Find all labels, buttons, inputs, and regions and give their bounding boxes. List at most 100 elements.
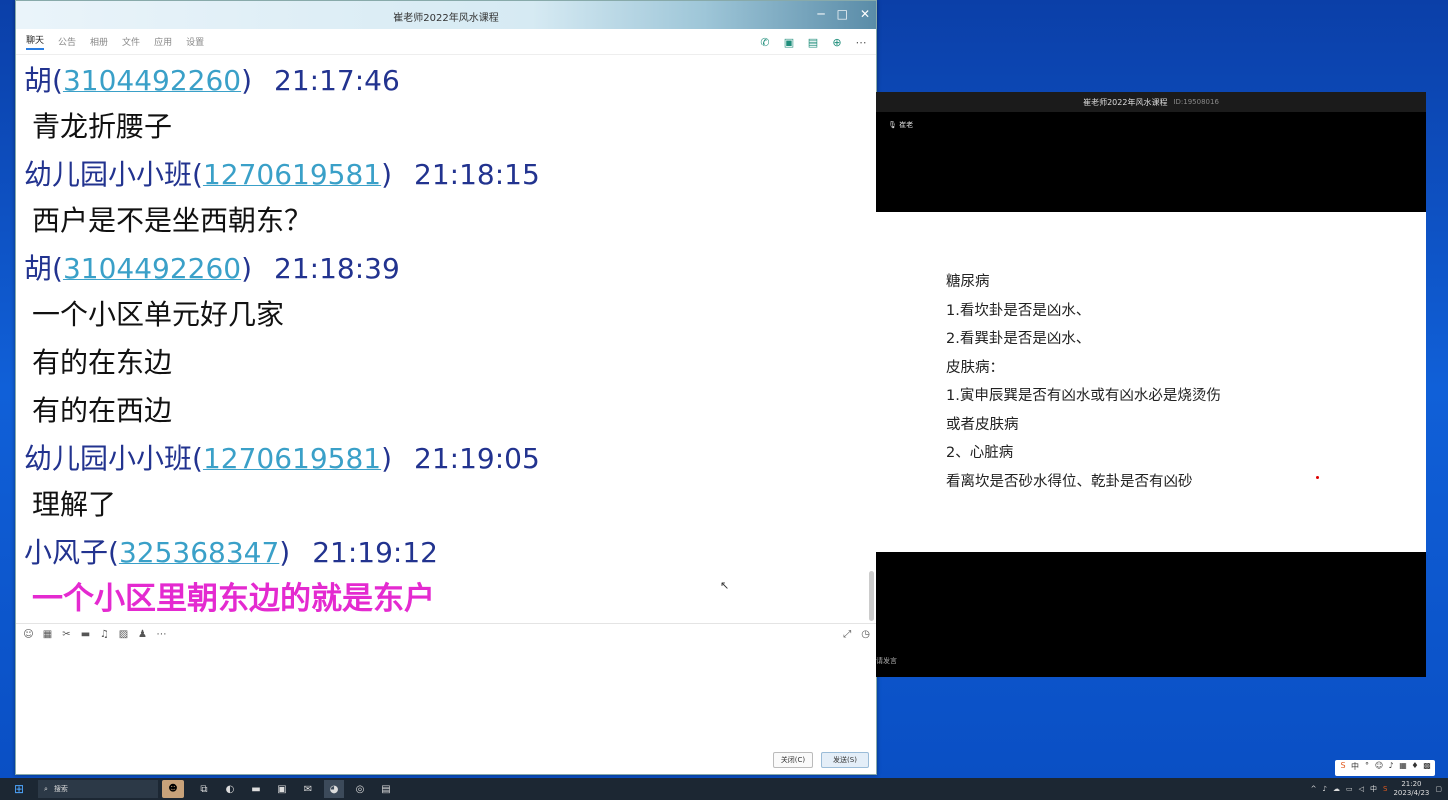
bell-icon[interactable]: ♟ [136, 629, 149, 640]
ime-lang-icon[interactable]: 中 [1350, 761, 1360, 775]
taskbar: ⊞ ⌕ 搜索 ☻ ⧉ ◐ ▬ ▣ ✉ ◕ ◎ ▤ ^ ♪ ☁ ▭ ◁ 中 S 2… [0, 778, 1448, 800]
slide-line: 皮肤病： [946, 359, 1004, 376]
emoji-icon[interactable]: ☺ [22, 629, 35, 640]
phone-icon[interactable]: ✆ [758, 35, 772, 49]
image-icon[interactable]: ▨ [117, 629, 130, 640]
slide-line: 2、心脏病 [946, 445, 1014, 461]
meeting-window: 崔老师2022年风水课程 ID:19508016 🎙 崔老 糖尿病 1.看坎卦是否… [876, 92, 1426, 677]
search-label: 搜索 [53, 785, 68, 793]
shared-slide: 糖尿病 1.看坎卦是否是凶水、 2.看巽卦是否是凶水、 皮肤病： 1.寅申辰巽是否有凶水… [876, 212, 1426, 552]
tab-announcement[interactable]: 公告 [58, 35, 76, 48]
message-text: 西户是不是坐西朝东？ [32, 204, 313, 237]
slide-line: 1.看坎卦是否是凶水、 [946, 302, 1091, 319]
add-icon[interactable]: ⊕ [830, 35, 844, 49]
gif-icon[interactable]: ▦ [41, 629, 54, 640]
message-text: 一个小区单元好几家 [32, 298, 285, 331]
slide-line: 2.看巽卦是否是凶水、 [946, 331, 1091, 347]
sogou-tray-icon[interactable]: S [1383, 785, 1387, 793]
sender-paren: ) [241, 252, 253, 285]
clock[interactable]: 21:20 2023/4/23 [1393, 780, 1429, 798]
message-header: 幼儿园小小班(1270619581) 21:18:15 [24, 153, 869, 197]
message-time: 21:18:39 [274, 252, 400, 285]
slide-line: 糖尿病 [946, 274, 990, 290]
tab-chat[interactable]: 聊天 [26, 33, 45, 50]
message-time: 21:19:05 [414, 442, 540, 475]
store-icon[interactable]: ▣ [272, 780, 292, 798]
volume-icon[interactable]: ◁ [1359, 785, 1364, 793]
mail-icon[interactable]: ✉ [298, 780, 318, 798]
more-icon[interactable]: ⋯ [854, 35, 868, 49]
ime-skin-icon[interactable]: ♦ [1410, 761, 1420, 775]
file-explorer-icon[interactable]: ▬ [246, 780, 266, 798]
close-button[interactable]: 关闭(C) [773, 752, 813, 768]
clock-time: 21:20 [1401, 780, 1422, 788]
meeting-title: 崔老师2022年风水课程 [1083, 97, 1168, 107]
close-icon[interactable]: ✕ [860, 7, 870, 21]
video-icon[interactable]: ▣ [782, 35, 796, 49]
ime-grid-icon[interactable]: ▩ [1422, 761, 1432, 775]
message-list: 胡(3104492260) 21:17:46 青龙折腰子 幼儿园小小班(1270619… [24, 57, 869, 621]
meeting-app-icon[interactable]: ▤ [376, 780, 396, 798]
message-header: 幼儿园小小班(1270619581) 21:19:05 [24, 437, 869, 481]
sender-paren: ) [381, 158, 393, 191]
more-icon[interactable]: ⋯ [155, 629, 168, 640]
system-tray: ^ ♪ ☁ ▭ ◁ 中 S 21:20 2023/4/23 ▢ [1311, 780, 1442, 798]
tab-files[interactable]: 文件 [122, 35, 140, 48]
ime-toolbar[interactable]: S 中 ° ☺ ♪ ▦ ♦ ▩ [1335, 760, 1435, 776]
ime-mic-icon[interactable]: ♪ [1386, 761, 1396, 775]
chat-tabs: 聊天 公告 相册 文件 应用 设置 ✆ ▣ ▤ ⊕ ⋯ [16, 29, 876, 55]
folder-icon[interactable]: ▬ [79, 629, 92, 640]
qq-icon[interactable]: ◕ [324, 780, 344, 798]
message-time: 21:17:46 [274, 64, 400, 97]
message-header: 胡(3104492260) 21:18:39 [24, 247, 869, 291]
qq-chat-window: 崔老师2022年风水课程 ─ □ ✕ 聊天 公告 相册 文件 应用 设置 ✆ ▣… [15, 0, 877, 775]
pointer-dot [1316, 476, 1319, 479]
tab-apps[interactable]: 应用 [154, 35, 172, 48]
widget-avatar[interactable]: ☻ [162, 780, 184, 798]
sender-qq-link[interactable]: 1270619581 [203, 443, 381, 475]
edge-icon[interactable]: ◐ [220, 780, 240, 798]
sender-paren: ) [241, 64, 253, 97]
message-text: 一个小区里朝东边的就是东户 [32, 581, 435, 617]
mic-icon[interactable]: ♪ [1323, 785, 1327, 793]
ime-emoji-icon[interactable]: ☺ [1374, 761, 1384, 775]
speaker-label: 🎙 崔老 [888, 121, 914, 129]
notification-icon[interactable]: ▢ [1435, 785, 1442, 793]
sender-name: 胡( [24, 252, 63, 285]
chrome-icon[interactable]: ◎ [350, 780, 370, 798]
cloud-icon[interactable]: ☁ [1333, 785, 1340, 793]
ime-keyboard-icon[interactable]: ▦ [1398, 761, 1408, 775]
windows-start-icon[interactable]: ⊞ [0, 778, 38, 800]
minimize-icon[interactable]: ─ [817, 7, 824, 21]
sender-name: 胡( [24, 64, 63, 97]
tab-settings[interactable]: 设置 [186, 35, 204, 48]
sender-name: 小风子( [24, 536, 119, 569]
message-text: 青龙折腰子 [32, 110, 173, 143]
screen-share-icon[interactable]: ▤ [806, 35, 820, 49]
message-time: 21:19:12 [312, 536, 438, 569]
chevron-up-icon[interactable]: ^ [1311, 785, 1317, 793]
sender-qq-link[interactable]: 325368347 [119, 537, 279, 569]
scrollbar[interactable] [869, 571, 874, 621]
sender-qq-link[interactable]: 3104492260 [63, 253, 241, 285]
chat-window-title: 崔老师2022年风水课程 [393, 13, 499, 24]
taskbar-search[interactable]: ⌕ 搜索 [38, 780, 158, 798]
scissors-icon[interactable]: ✂ [60, 629, 73, 640]
message-text: 理解了 [32, 488, 117, 521]
meeting-id: ID:19508016 [1173, 98, 1219, 106]
sender-qq-link[interactable]: 1270619581 [203, 159, 381, 191]
tab-album[interactable]: 相册 [90, 35, 108, 48]
composer-toolbar: ☺ ▦ ✂ ▬ ♫ ▨ ♟ ⋯ [22, 629, 168, 640]
history-icon[interactable]: ◷ [861, 629, 870, 640]
sender-paren: ) [279, 536, 291, 569]
maximize-icon[interactable]: □ [837, 7, 848, 21]
sender-qq-link[interactable]: 3104492260 [63, 65, 241, 97]
send-button[interactable]: 发送(S) [821, 752, 869, 768]
slide-line: 或者皮肤病 [946, 416, 1019, 433]
expand-icon[interactable]: ⤢ [843, 629, 851, 640]
network-icon[interactable]: ▭ [1346, 785, 1353, 793]
music-icon[interactable]: ♫ [98, 629, 111, 640]
ime-punct-icon[interactable]: ° [1362, 761, 1372, 775]
ime-lang-label[interactable]: 中 [1370, 784, 1377, 794]
task-view-icon[interactable]: ⧉ [194, 780, 214, 798]
